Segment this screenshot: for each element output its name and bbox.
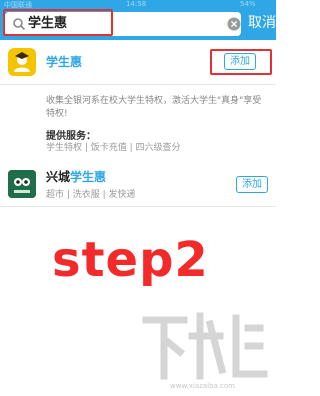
result-name: 学生惠 [46,55,83,69]
result-name-secondary: 兴城学生惠 [46,170,106,185]
name-prefix: 兴城 [46,170,71,184]
graduate-icon [14,52,30,72]
app-logo-secondary [8,170,36,198]
watermark-caption: www.xiazaiba.com [170,382,235,390]
search-query-text: 学生惠 [28,16,68,31]
status-bar: 中国联通 14:58 54% [0,0,276,9]
search-icon [13,18,26,31]
result-item-secondary[interactable]: 兴城学生惠 超市 | 洗衣服 | 发快递 添加 [0,160,276,207]
watermark-logo [142,312,268,380]
owl-icon [8,170,36,198]
add-button[interactable]: 添加 [224,53,256,70]
app-logo [8,48,36,76]
name-highlight: 学生惠 [70,170,107,184]
result-detail: 收集全银河系在校大学生特权，激活大学生"真身"享受特权! 提供服务： 学生特权 … [0,85,276,161]
battery-label: 54% [240,0,256,8]
result-item-primary[interactable]: 学生惠 添加 [0,40,276,85]
add-button-secondary[interactable]: 添加 [236,176,268,193]
step-label: step2 [52,232,209,288]
search-input[interactable]: 学生惠 [5,12,241,36]
clear-icon[interactable] [227,17,241,31]
services-list: 学生特权 | 饭卡充值 | 四六级查分 [46,143,181,153]
time-label: 14:58 [126,0,147,8]
search-header: 中国联通 14:58 54% 学生惠 取消 [0,0,276,40]
carrier-label: 中国联通 [4,1,32,9]
result-tags: 超市 | 洗衣服 | 发快递 [46,190,136,200]
cancel-button[interactable]: 取消 [248,15,276,32]
result-description: 收集全银河系在校大学生特权，激活大学生"真身"享受特权! [46,96,262,119]
